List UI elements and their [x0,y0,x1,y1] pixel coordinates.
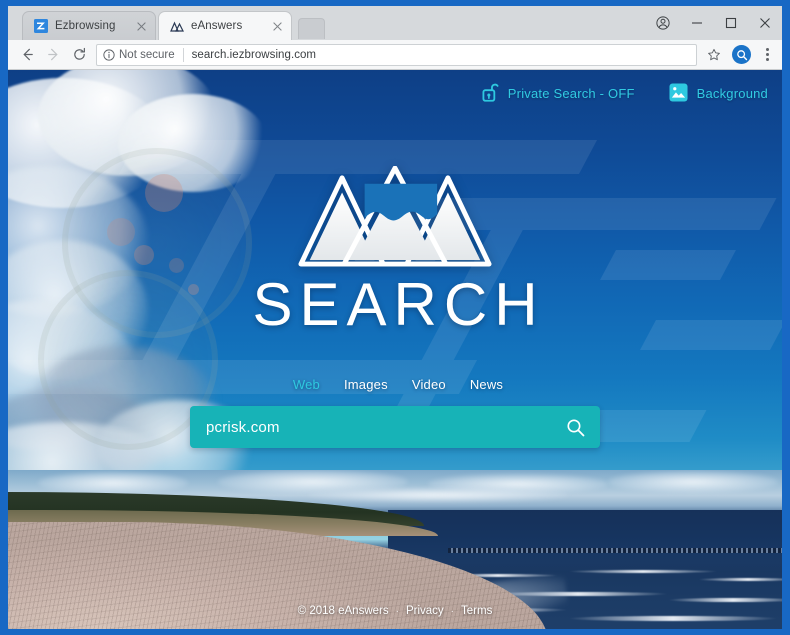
search-bar[interactable]: pcrisk.com [190,406,600,448]
breakwater-groyne [448,548,782,553]
magnifier-icon[interactable] [564,416,586,438]
url-text: search.iezbrowsing.com [191,48,317,61]
browser-tab-eanswers[interactable]: eAnswers [158,11,292,40]
window-controls [646,6,782,40]
web-page-viewport: Private Search - OFF Background SEARCH W… [8,70,782,629]
search-input[interactable]: pcrisk.com [206,419,564,436]
browser-toolbar: Not secure search.iezbrowsing.com [8,40,782,70]
tab-title: Ezbrowsing [55,20,116,32]
privacy-link[interactable]: Privacy [406,605,444,617]
minimize-button[interactable] [680,6,714,40]
maximize-button[interactable] [714,6,748,40]
ezbrowsing-favicon [33,19,48,34]
browser-tab-ezbrowsing[interactable]: Ezbrowsing [22,11,156,40]
reload-button[interactable] [66,42,92,68]
tab-web[interactable]: Web [293,377,320,392]
browser-window: Ezbrowsing eAnswers Not secure search.ie… [8,6,782,629]
terms-link[interactable]: Terms [461,605,492,617]
close-button[interactable] [748,6,782,40]
horizon-cloud [608,471,778,493]
search-category-tabs: Web Images Video News [283,377,503,392]
tab-video[interactable]: Video [412,377,446,392]
info-circle-icon [103,48,115,61]
address-bar[interactable]: Not secure search.iezbrowsing.com [96,43,697,66]
footer-separator: · [395,605,399,617]
mountain-favicon [169,19,184,34]
desktop-background: Ezbrowsing eAnswers Not secure search.ie… [0,0,790,635]
omnibox-divider [182,47,184,62]
back-button[interactable] [14,42,40,68]
search-provider-badge-icon[interactable] [732,45,751,64]
logo-wordmark: SEARCH [252,271,545,338]
mountains-logo-icon [297,165,493,277]
forward-button [40,42,66,68]
close-icon[interactable] [270,19,285,34]
horizon-cloud [38,472,188,494]
new-tab-button[interactable] [298,18,325,39]
tab-title: eAnswers [191,20,243,32]
security-status[interactable]: Not secure [103,49,175,61]
bookmark-star-icon[interactable] [703,44,725,66]
page-footer: © 2018 eAnswers · Privacy · Terms [8,605,782,617]
profile-avatar-icon[interactable] [646,6,680,40]
close-icon[interactable] [134,19,149,34]
chrome-menu-icon[interactable] [758,44,776,66]
security-status-label: Not secure [119,48,175,61]
tab-images[interactable]: Images [344,377,388,392]
search-home-content: SEARCH Web Images Video News pcrisk.com [8,70,782,448]
wave-crest [568,570,718,573]
footer-separator: · [450,605,455,617]
copyright-text: © 2018 eAnswers [297,605,389,617]
horizon-cloud [308,488,568,502]
tab-strip: Ezbrowsing eAnswers [8,6,782,40]
tab-news[interactable]: News [470,377,503,392]
